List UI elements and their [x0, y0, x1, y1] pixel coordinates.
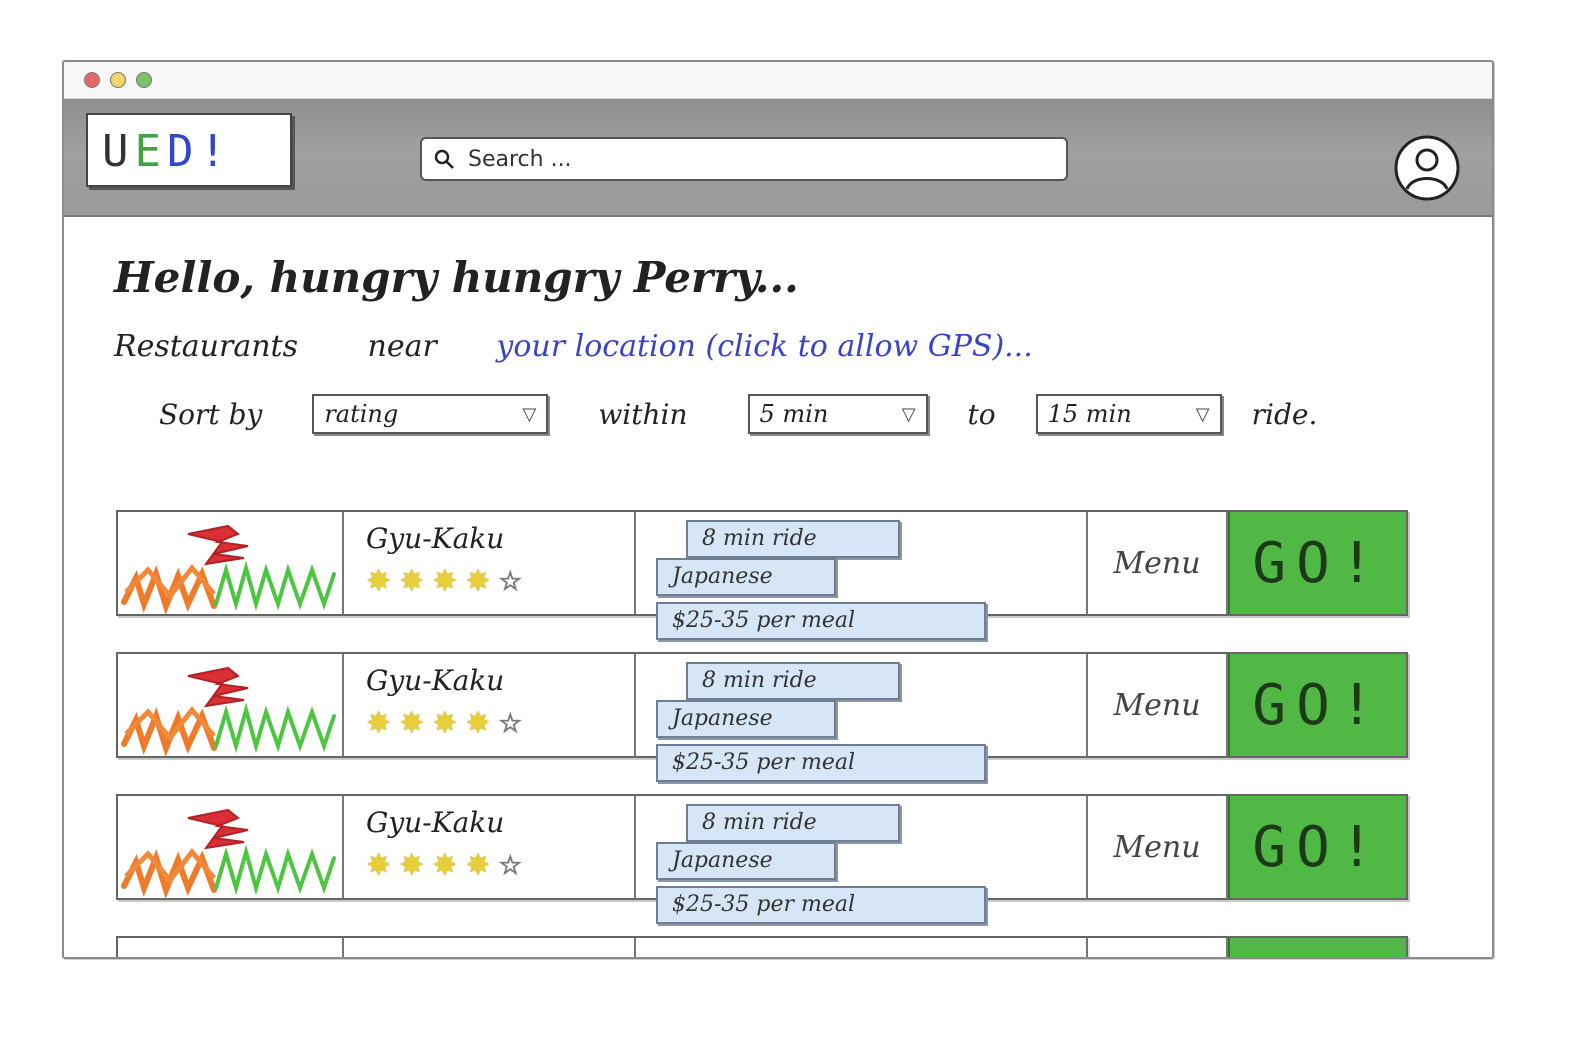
logo-letter: D — [167, 126, 200, 177]
star-empty-icon: ☆ — [498, 567, 522, 598]
restaurant-thumbnail[interactable] — [118, 654, 344, 757]
restaurant-image-icon — [121, 808, 336, 899]
browser-window: UED! Hello, hungry hungry Perry... Resta… — [62, 60, 1494, 959]
star-filled-icon: ✸ — [399, 564, 425, 599]
star-filled-icon: ✸ — [465, 706, 491, 741]
maximize-window-button[interactable] — [136, 72, 152, 88]
cuisine-tag[interactable]: Japanese — [656, 558, 836, 596]
ride-time-tag: 8 min ride — [686, 662, 900, 700]
star-filled-icon: ✸ — [366, 848, 392, 883]
min-ride-value: 5 min — [759, 400, 829, 428]
restaurant-row: Gyu-Kaku ✸ ✸ ✸ ✸ ☆ 8 min rideJapanese $2… — [116, 510, 1408, 640]
window-titlebar — [64, 62, 1492, 99]
star-filled-icon: ✸ — [366, 706, 392, 741]
restaurant-name[interactable]: Gyu-Kaku — [366, 806, 634, 846]
star-filled-icon: ✸ — [399, 706, 425, 741]
ride-time-tag: 8 min ride — [686, 520, 900, 558]
dropdown-arrow-icon: ▽ — [522, 403, 537, 425]
restaurant-info: Gyu-Kaku ✸ ✸ ✸ ✸ ☆ — [344, 796, 636, 898]
restaurant-name[interactable]: Gyu-Kaku — [366, 664, 634, 704]
search-bar[interactable] — [420, 137, 1068, 181]
star-filled-icon: ✸ — [399, 848, 425, 883]
go-button[interactable]: GO! — [1228, 512, 1406, 614]
star-filled-icon: ✸ — [366, 564, 392, 599]
min-ride-select[interactable]: 5 min ▽ — [747, 394, 928, 434]
max-ride-select[interactable]: 15 min ▽ — [1035, 394, 1222, 434]
menu-button[interactable]: Menu — [1088, 654, 1228, 756]
menu-button[interactable]: Menu — [1088, 512, 1228, 614]
cuisine-tag[interactable]: Japanese — [656, 700, 836, 738]
rating-stars: ✸ ✸ ✸ ✸ ☆ — [366, 846, 634, 886]
star-filled-icon: ✸ — [465, 848, 491, 883]
restaurant-thumbnail[interactable] — [118, 512, 344, 615]
restaurant-thumbnail — [118, 938, 344, 957]
ride-suffix-label: ride. — [1251, 397, 1318, 431]
user-avatar-icon[interactable] — [1392, 133, 1462, 203]
price-tag: $25-35 per meal — [656, 744, 986, 782]
restaurant-info: Gyu-Kaku ✸ ✸ ✸ ✸ ☆ — [344, 512, 636, 614]
restaurant-thumbnail[interactable] — [118, 796, 344, 899]
menu-cell — [1088, 938, 1228, 957]
search-input[interactable] — [466, 145, 1050, 173]
minimize-window-button[interactable] — [110, 72, 126, 88]
main-content: Hello, hungry hungry Perry... Restaurant… — [64, 217, 1492, 437]
max-ride-value: 15 min — [1047, 400, 1132, 428]
within-label: within — [598, 397, 688, 431]
logo-letter: U — [102, 126, 135, 177]
restaurant-tags — [636, 938, 1088, 957]
restaurant-tags: 8 min rideJapanese $25-35 per meal — [636, 654, 1088, 782]
sort-by-label: Sort by — [159, 397, 263, 431]
restaurant-row: Gyu-Kaku ✸ ✸ ✸ ✸ ☆ 8 min rideJapanese $2… — [116, 794, 1408, 924]
logo-letter: E — [134, 126, 167, 177]
dropdown-arrow-icon: ▽ — [1195, 403, 1210, 425]
star-filled-icon: ✸ — [432, 564, 458, 599]
restaurant-row: Gyu-Kaku ✸ ✸ ✸ ✸ ☆ 8 min rideJapanese $2… — [116, 652, 1408, 782]
location-line: Restaurants near your location (click to… — [114, 327, 1492, 367]
cuisine-tag[interactable]: Japanese — [656, 842, 836, 880]
search-icon — [422, 139, 466, 179]
logo-letter: ! — [199, 126, 232, 177]
go-button[interactable]: GO! — [1228, 654, 1406, 756]
star-filled-icon: ✸ — [432, 706, 458, 741]
restaurant-info — [344, 938, 636, 957]
restaurant-row-partial — [116, 936, 1408, 957]
logo[interactable]: UED! — [86, 113, 292, 187]
dropdown-arrow-icon: ▽ — [901, 403, 916, 425]
sort-controls: Sort by rating ▽ within 5 min ▽ to 15 mi… — [159, 391, 1492, 437]
restaurant-tags: 8 min rideJapanese $25-35 per meal — [636, 512, 1088, 640]
near-label: near — [367, 329, 437, 364]
restaurant-list: Gyu-Kaku ✸ ✸ ✸ ✸ ☆ 8 min rideJapanese $2… — [116, 510, 1408, 957]
ride-time-tag: 8 min ride — [686, 804, 900, 842]
menu-button[interactable]: Menu — [1088, 796, 1228, 898]
rating-stars: ✸ ✸ ✸ ✸ ☆ — [366, 562, 634, 602]
restaurant-tags: 8 min rideJapanese $25-35 per meal — [636, 796, 1088, 924]
close-window-button[interactable] — [84, 72, 100, 88]
app-header: UED! — [64, 99, 1492, 217]
to-label: to — [967, 397, 996, 431]
star-empty-icon: ☆ — [498, 851, 522, 882]
go-button[interactable] — [1228, 938, 1406, 957]
rating-stars: ✸ ✸ ✸ ✸ ☆ — [366, 704, 634, 744]
restaurant-name[interactable]: Gyu-Kaku — [366, 522, 634, 562]
sort-by-value: rating — [324, 400, 399, 428]
go-button[interactable]: GO! — [1228, 796, 1406, 898]
greeting-heading: Hello, hungry hungry Perry... — [114, 253, 799, 302]
restaurant-info: Gyu-Kaku ✸ ✸ ✸ ✸ ☆ — [344, 654, 636, 756]
price-tag: $25-35 per meal — [656, 602, 986, 640]
restaurant-image-icon — [121, 666, 336, 757]
star-filled-icon: ✸ — [432, 848, 458, 883]
star-empty-icon: ☆ — [498, 709, 522, 740]
restaurants-label: Restaurants — [114, 329, 298, 364]
price-tag: $25-35 per meal — [656, 886, 986, 924]
allow-gps-link[interactable]: your location (click to allow GPS)... — [496, 329, 1032, 364]
restaurant-image-icon — [121, 524, 336, 615]
sort-by-select[interactable]: rating ▽ — [312, 394, 549, 434]
star-filled-icon: ✸ — [465, 564, 491, 599]
